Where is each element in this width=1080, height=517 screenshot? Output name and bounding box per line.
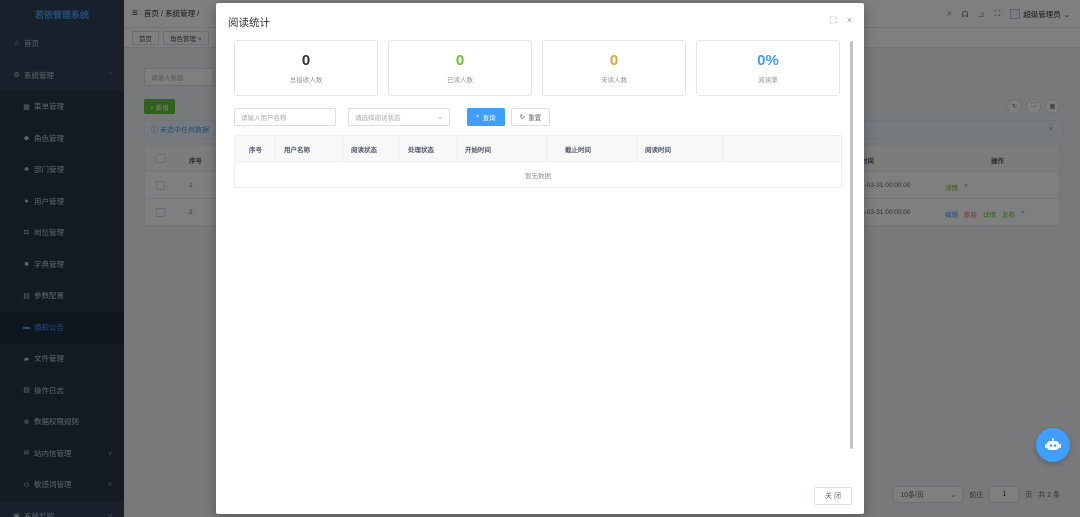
- query-button[interactable]: ⌕ 查询: [467, 108, 505, 126]
- stat-cards: 0 总接收人数 0 已读人数 0 未读人数 0% 阅读率: [234, 40, 842, 96]
- col-blank: [723, 136, 841, 161]
- search-icon: ⌕: [476, 113, 480, 120]
- maximize-icon[interactable]: ⛶: [830, 15, 836, 26]
- dialog-actions: ⛶ ×: [830, 15, 852, 26]
- stat-unread-value: 0: [609, 52, 619, 69]
- stat-total-value: 0: [301, 52, 311, 69]
- reset-button[interactable]: ↻ 重置: [510, 108, 551, 126]
- stat-read-label: 已读人数: [447, 77, 473, 84]
- table-header: 序号 用户名称 阅读状态 处理状态 开始时间 截止时间 阅读时间: [235, 136, 841, 162]
- close-icon[interactable]: ×: [847, 15, 852, 26]
- stat-total-card: 0 总接收人数: [234, 40, 378, 96]
- robot-icon: [1045, 438, 1061, 450]
- col-start-time: 开始时间: [457, 136, 547, 161]
- read-stats-dialog: 阅读统计 ⛶ × 0 总接收人数 0 已读人数 0 未读人数 0% 阅读率 请输: [216, 3, 864, 514]
- robot-assistant-button[interactable]: [1036, 428, 1070, 462]
- query-label: 查询: [482, 115, 496, 122]
- col-process-status: 处理状态: [400, 136, 457, 161]
- col-end-time: 截止时间: [547, 136, 637, 161]
- refresh-icon: ↻: [519, 114, 526, 121]
- stat-unread-card: 0 未读人数: [542, 40, 686, 96]
- read-status-select[interactable]: 请选择阅读状态 ⌄: [348, 108, 450, 126]
- col-index: 序号: [235, 136, 276, 161]
- read-stats-table: 序号 用户名称 阅读状态 处理状态 开始时间 截止时间 阅读时间 暂无数据: [234, 135, 842, 188]
- stat-rate-value: 0%: [757, 52, 779, 69]
- close-button[interactable]: 关 闭: [814, 487, 852, 505]
- stat-unread-label: 未读人数: [601, 77, 627, 84]
- stat-rate-card: 0% 阅读率: [696, 40, 840, 96]
- stat-read-card: 0 已读人数: [388, 40, 532, 96]
- stat-total-label: 总接收人数: [289, 77, 323, 84]
- dialog-title: 阅读统计: [228, 17, 270, 29]
- col-read-status: 阅读状态: [343, 136, 400, 161]
- stat-rate-label: 阅读率: [758, 77, 778, 84]
- dialog-body: 0 总接收人数 0 已读人数 0 未读人数 0% 阅读率 请输入用户名称 请选择…: [234, 40, 842, 480]
- stat-read-value: 0: [455, 52, 465, 69]
- read-status-placeholder: 请选择阅读状态: [355, 115, 401, 122]
- dialog-footer: 关 闭: [814, 487, 852, 505]
- dialog-scrollbar[interactable]: [850, 41, 853, 449]
- col-read-time: 阅读时间: [637, 136, 723, 161]
- filter-bar: 请输入用户名称 请选择阅读状态 ⌄ ⌕ 查询 ↻ 重置: [234, 108, 551, 126]
- col-username: 用户名称: [276, 136, 343, 161]
- reset-label: 重置: [528, 115, 542, 122]
- chevron-down-icon: ⌄: [437, 114, 443, 121]
- username-input[interactable]: 请输入用户名称: [234, 108, 336, 126]
- empty-text: 暂无数据: [525, 172, 551, 180]
